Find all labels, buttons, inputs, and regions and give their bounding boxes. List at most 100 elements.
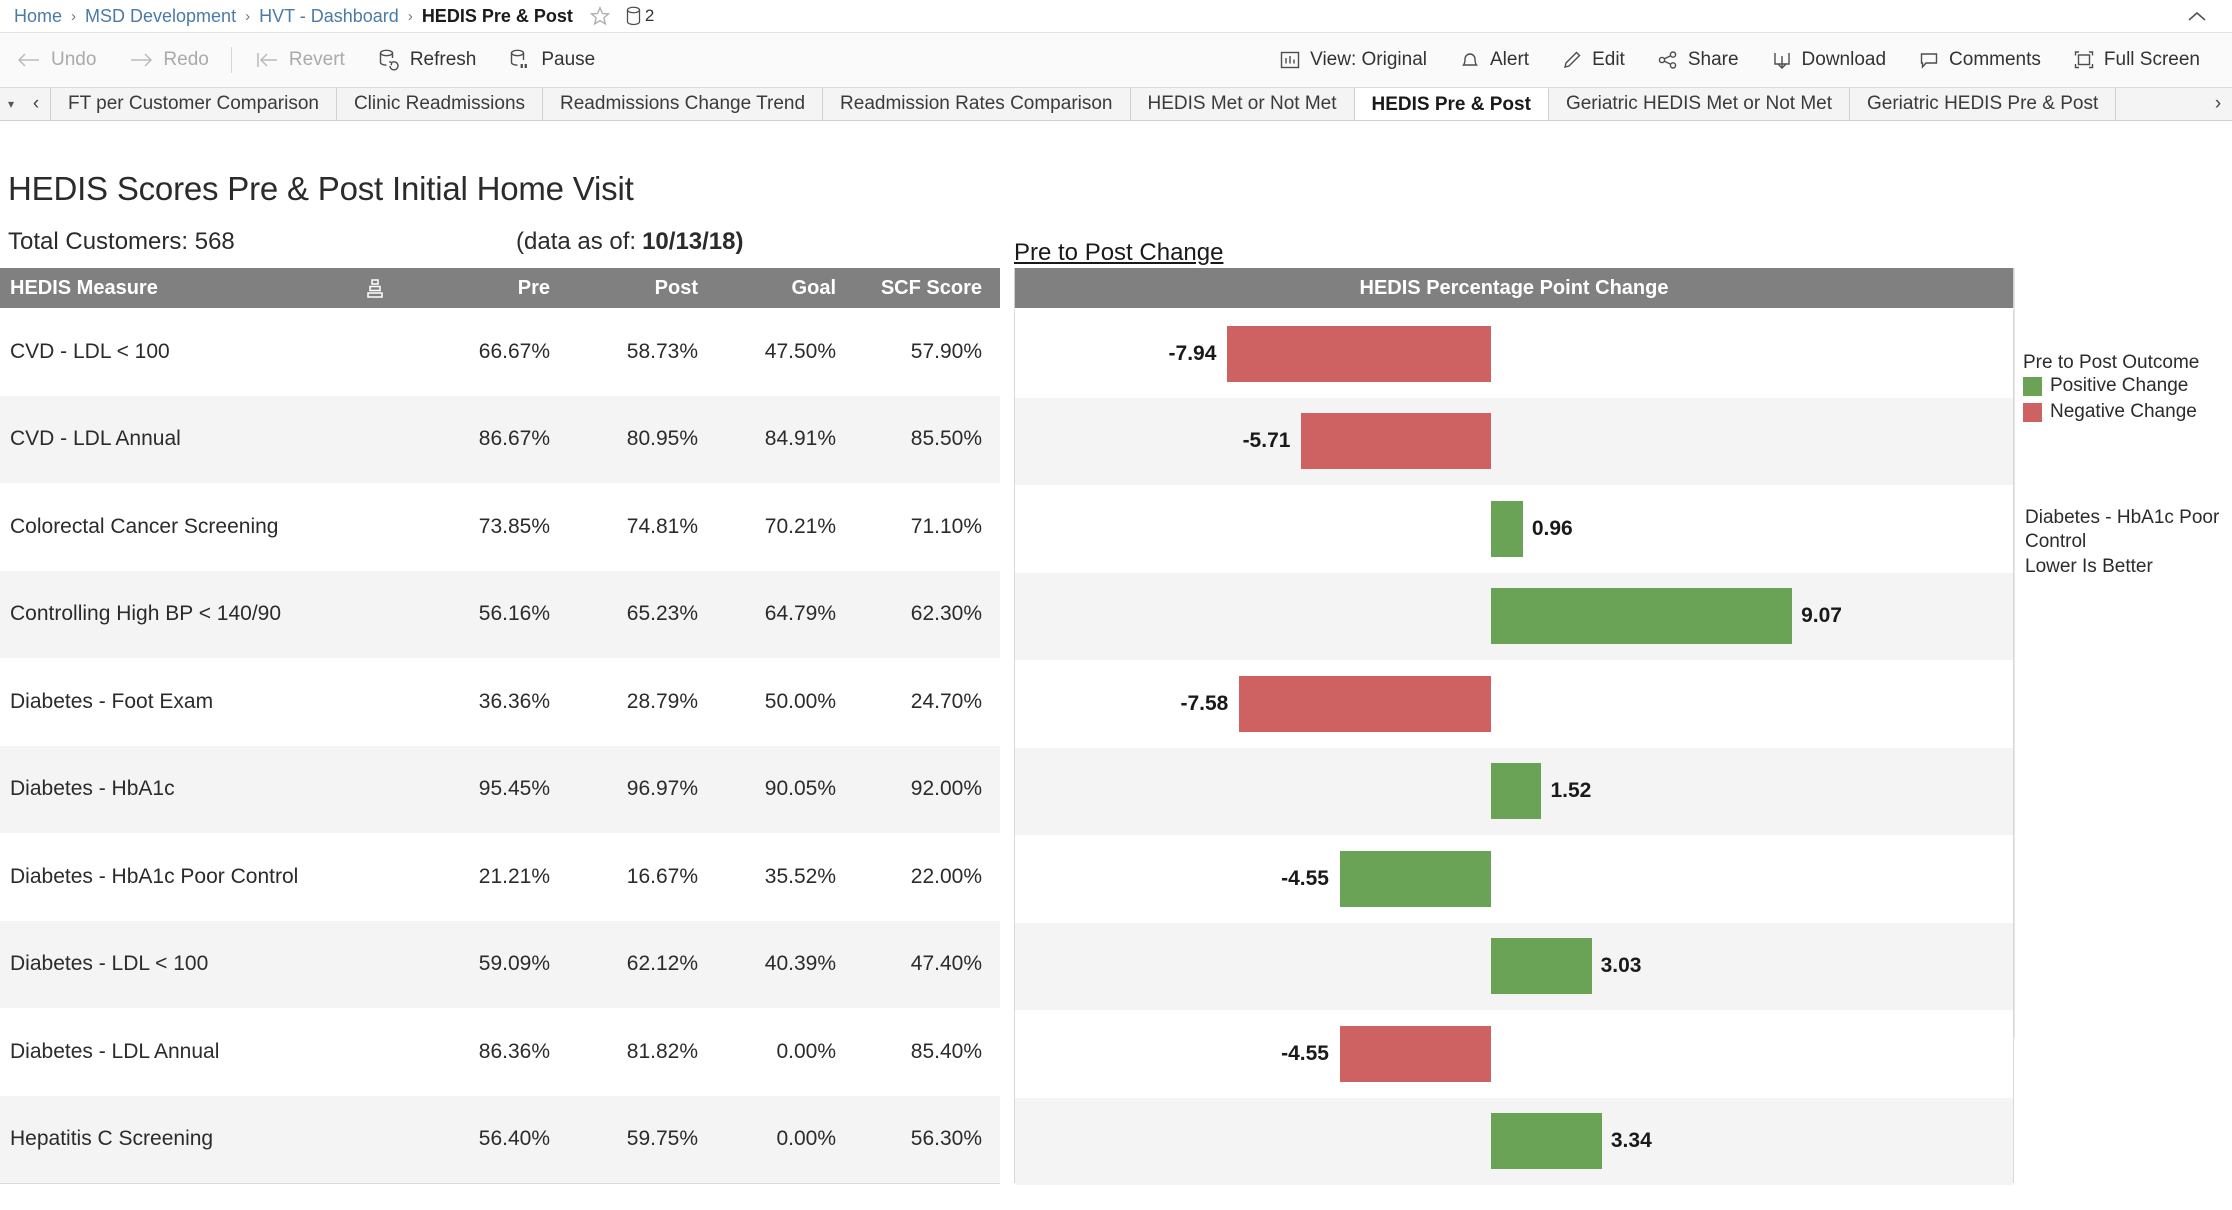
tab-hedis-pre-and-post[interactable]: HEDIS Pre & Post: [1354, 88, 1549, 120]
chart-bar[interactable]: [1491, 763, 1542, 820]
cell-scf: 92.00%: [910, 777, 982, 801]
sort-icon[interactable]: [340, 277, 410, 299]
dashboard-subtitle: Total Customers: 568 (data as of: 10/13/1…: [8, 228, 1008, 262]
tab-geriatric-hedis-pre-and-post[interactable]: Geriatric HEDIS Pre & Post: [1850, 88, 2117, 120]
chart-bar[interactable]: [1301, 413, 1491, 470]
cell-scf: 22.00%: [910, 864, 982, 888]
chart-band[interactable]: 0.96: [1015, 485, 2013, 573]
cell-pre: 21.21%: [478, 864, 550, 888]
tab-geriatric-hedis-met-or-not-met[interactable]: Geriatric HEDIS Met or Not Met: [1548, 88, 1850, 120]
tab-ft-per-customer-comparison[interactable]: FT per Customer Comparison: [50, 88, 337, 120]
column-header-goal[interactable]: Goal: [706, 277, 844, 300]
comments-button[interactable]: Comments: [1902, 41, 2057, 79]
comments-label: Comments: [1949, 49, 2041, 70]
chart-bar[interactable]: [1491, 588, 1793, 645]
table-row[interactable]: Controlling High BP < 140/90 56.16% 65.2…: [0, 570, 1000, 658]
redo-button[interactable]: Redo: [112, 41, 224, 79]
chart-band[interactable]: -4.55: [1015, 1010, 2013, 1098]
cell-pre: 59.09%: [478, 952, 550, 976]
pause-button[interactable]: Pause: [492, 41, 611, 79]
column-header-pre[interactable]: Pre: [410, 277, 558, 300]
table-row[interactable]: Hepatitis C Screening 56.40% 59.75% 0.00…: [0, 1095, 1000, 1183]
legend-item-negative-change[interactable]: Negative Change: [2023, 401, 2197, 423]
arrow-right-icon: [128, 50, 154, 70]
tab-hedis-met-or-not-met[interactable]: HEDIS Met or Not Met: [1130, 88, 1355, 120]
chart-bar[interactable]: [1491, 500, 1523, 557]
chart-bar[interactable]: [1339, 1025, 1491, 1082]
cell-post: 59.75%: [626, 1127, 698, 1151]
alert-button[interactable]: Alert: [1443, 41, 1545, 79]
view-original-button[interactable]: View: Original: [1263, 41, 1443, 79]
table-row[interactable]: Diabetes - LDL < 100 59.09% 62.12% 40.39…: [0, 920, 1000, 1008]
revert-button[interactable]: Revert: [238, 41, 361, 79]
column-header-scf-score[interactable]: SCF Score: [844, 277, 990, 300]
table-row[interactable]: Diabetes - LDL Annual 86.36% 81.82% 0.00…: [0, 1008, 1000, 1096]
cell-post: 62.12%: [626, 952, 698, 976]
breadcrumb-item-hvt-dashboard[interactable]: HVT - Dashboard: [259, 6, 399, 27]
star-icon[interactable]: [589, 5, 611, 27]
cell-post: 58.73%: [626, 339, 698, 363]
cell-post: 28.79%: [626, 689, 698, 713]
pause-label: Pause: [541, 49, 596, 70]
caret-down-icon[interactable]: ▾: [0, 88, 22, 120]
cell-pre: 86.67%: [478, 427, 550, 451]
chart-band[interactable]: 3.34: [1015, 1097, 2013, 1185]
table-row[interactable]: Diabetes - Foot Exam 36.36% 28.79% 50.00…: [0, 658, 1000, 746]
chart-bar[interactable]: [1491, 1113, 1602, 1170]
refresh-button[interactable]: Refresh: [361, 41, 493, 79]
chart-band[interactable]: -4.55: [1015, 835, 2013, 923]
edit-button[interactable]: Edit: [1545, 41, 1641, 79]
download-button[interactable]: Download: [1755, 41, 1903, 79]
chart-bar[interactable]: [1339, 850, 1491, 907]
tab-readmissions-change-trend[interactable]: Readmissions Change Trend: [543, 88, 824, 120]
cell-measure: Diabetes - HbA1c Poor Control: [10, 864, 299, 888]
breadcrumb-item-home[interactable]: Home: [14, 6, 62, 27]
cell-measure: Diabetes - Foot Exam: [10, 689, 214, 713]
chart-band[interactable]: 9.07: [1015, 572, 2013, 660]
legend-item-positive-change[interactable]: Positive Change: [2023, 375, 2197, 397]
breadcrumb-item-msd-development[interactable]: MSD Development: [85, 6, 236, 27]
chart-link-pre-to-post-change[interactable]: Pre to Post Change: [1014, 239, 1223, 267]
cell-goal: 0.00%: [776, 1039, 836, 1063]
chart-bar-label: -4.55: [1281, 866, 1329, 890]
breadcrumb-item-current: HEDIS Pre & Post: [421, 5, 573, 26]
chart-band[interactable]: 3.03: [1015, 922, 2013, 1010]
cell-pre: 36.36%: [478, 689, 550, 713]
table-row[interactable]: CVD - LDL < 100 66.67% 58.73% 47.50% 57.…: [0, 308, 1000, 396]
full-screen-button[interactable]: Full Screen: [2057, 41, 2216, 79]
cell-goal: 40.39%: [764, 952, 836, 976]
column-header-hedis-measure[interactable]: HEDIS Measure: [0, 277, 340, 300]
share-button[interactable]: Share: [1641, 41, 1755, 79]
chart-band[interactable]: -7.94: [1015, 310, 2013, 398]
chart-bar[interactable]: [1227, 325, 1491, 382]
table-row[interactable]: Diabetes - HbA1c Poor Control 21.21% 16.…: [0, 833, 1000, 921]
data-source-indicator[interactable]: 2: [625, 6, 654, 26]
chart-band[interactable]: 1.52: [1015, 747, 2013, 835]
chevron-up-icon[interactable]: [2184, 4, 2210, 30]
page-title: HEDIS Scores Pre & Post Initial Home Vis…: [8, 170, 634, 207]
chevron-right-icon[interactable]: ›: [2204, 88, 2232, 120]
legend-note-line-1: Diabetes - HbA1c Poor: [2025, 507, 2220, 528]
database-icon: [626, 6, 640, 26]
chart-bar-label: -5.71: [1242, 429, 1291, 453]
share-icon: [1657, 49, 1679, 71]
tab-clinic-readmissions[interactable]: Clinic Readmissions: [336, 88, 544, 120]
revert-icon: [254, 50, 280, 70]
legend-divider: [2014, 268, 2015, 1038]
chart-bar[interactable]: [1491, 938, 1592, 995]
tab-readmission-rates-comparison[interactable]: Readmission Rates Comparison: [823, 88, 1131, 120]
table-row[interactable]: Colorectal Cancer Screening 73.85% 74.81…: [0, 483, 1000, 571]
breadcrumb-separator: ›: [407, 7, 413, 25]
chart-band[interactable]: -7.58: [1015, 660, 2013, 748]
chart-plot-area: -7.94 -5.71 0.96 9.07 -7.58 1.52 -4.55 3.03 -4.5…: [1014, 308, 2014, 1185]
table-row[interactable]: CVD - LDL Annual 86.67% 80.95% 84.91% 85…: [0, 395, 1000, 483]
cell-measure: Diabetes - HbA1c: [10, 777, 175, 801]
chart-bar[interactable]: [1239, 675, 1491, 732]
table-row[interactable]: Diabetes - HbA1c 95.45% 96.97% 90.05% 92…: [0, 745, 1000, 833]
chart-bar-label: 0.96: [1531, 516, 1573, 540]
undo-button[interactable]: Undo: [0, 41, 112, 79]
hedis-measures-table: HEDIS Measure Pre Post Goal SCF Score CV…: [0, 268, 1000, 1184]
chart-band[interactable]: -5.71: [1015, 397, 2013, 485]
chevron-left-icon[interactable]: ‹: [22, 88, 50, 120]
column-header-post[interactable]: Post: [558, 277, 706, 300]
